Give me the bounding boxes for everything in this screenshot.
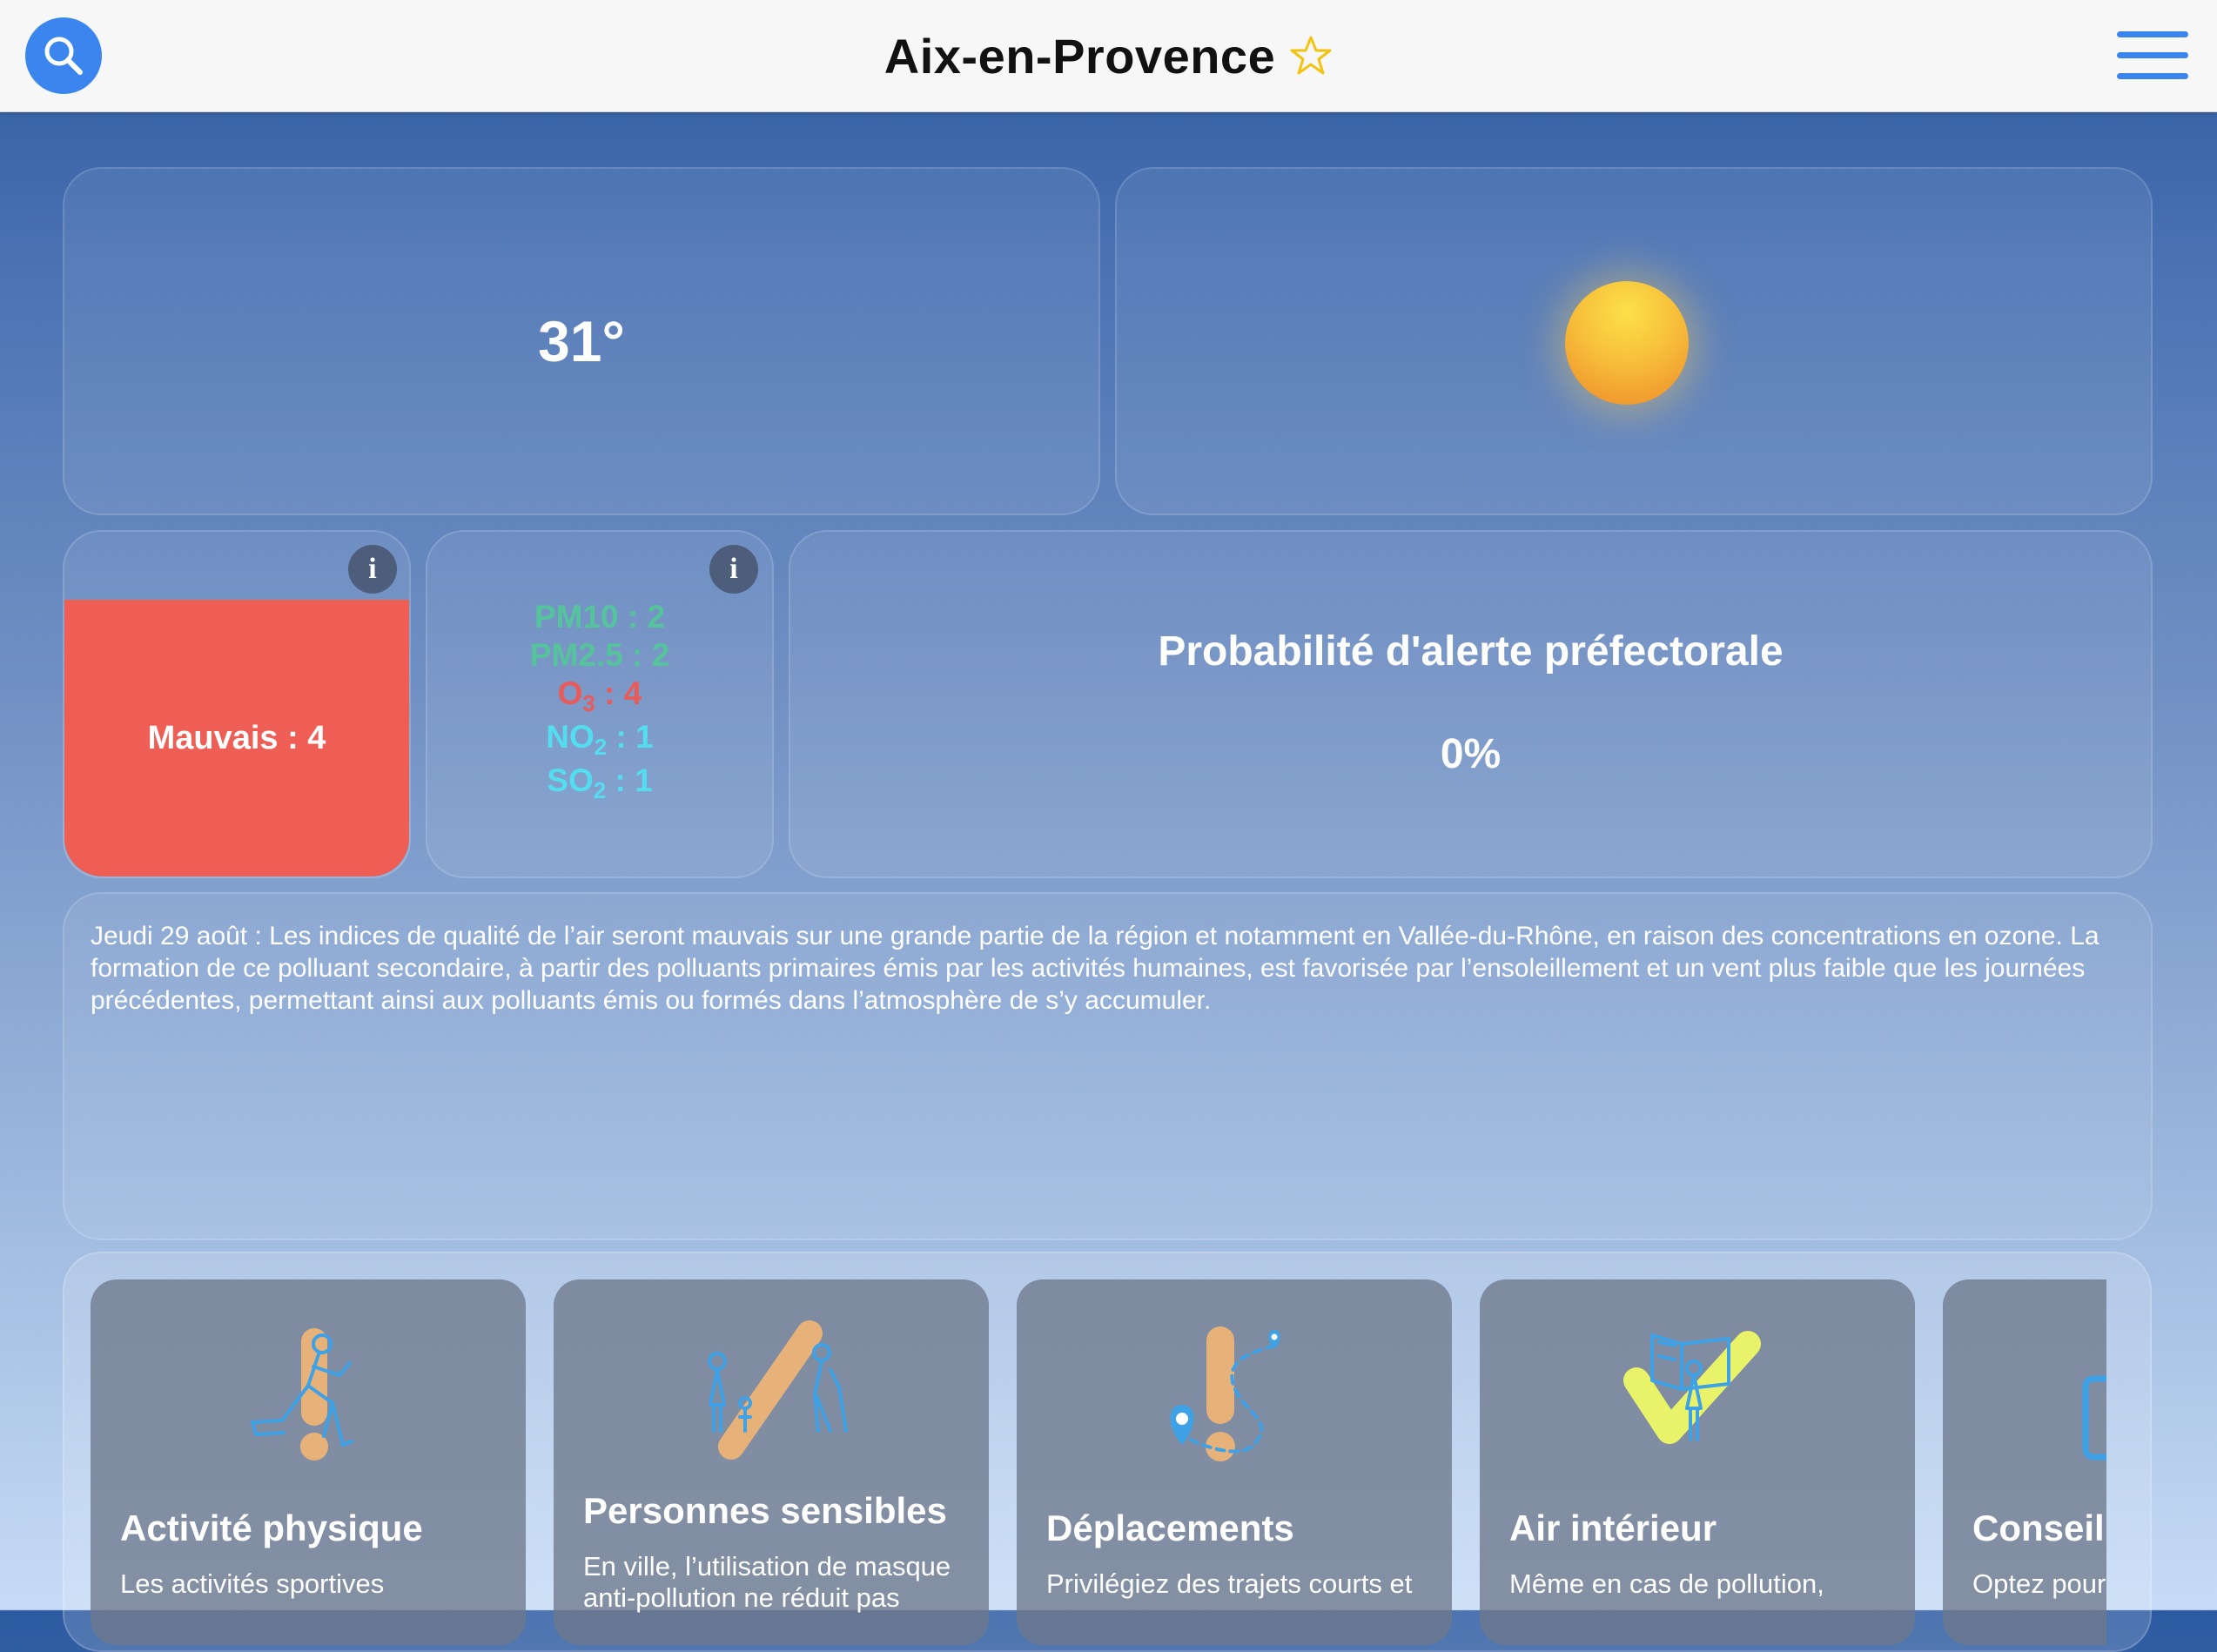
tips-track: Activité physique Les activités sportive… — [91, 1279, 2106, 1645]
pollutant-pm10: PM10 : 2 — [534, 599, 666, 635]
pollutant-pm25: PM2.5 : 2 — [529, 637, 670, 673]
travel-icon — [1170, 1326, 1280, 1461]
info-icon: i — [368, 553, 377, 585]
tip-text: Optez pour les — [1972, 1568, 2106, 1599]
tip-card-indoor-air[interactable]: Air intérieur Même en cas de pollution, — [1480, 1279, 1915, 1645]
bulletin-text: Jeudi 29 août : Les indices de qualité d… — [91, 922, 2099, 1015]
menu-bar-icon — [2117, 73, 2188, 79]
pollutant-no2: NO2 : 1 — [546, 719, 654, 760]
info-button[interactable]: i — [709, 545, 758, 594]
tip-text: Même en cas de pollution, — [1509, 1568, 1824, 1599]
weather-icon-card — [1115, 167, 2153, 515]
pollutant-list: PM10 : 2 PM2.5 : 2 O3 : 4 NO2 : 1 SO2 : … — [427, 598, 772, 805]
city-title: Aix-en-Provence — [883, 28, 1276, 84]
temperature-card: 31° — [63, 167, 1100, 515]
alert-value: 0% — [1440, 731, 1502, 777]
favorite-star-icon[interactable] — [1289, 35, 1333, 77]
pollutant-o3: O3 : 4 — [557, 675, 642, 716]
bulletin-card: Jeudi 29 août : Les indices de qualité d… — [63, 892, 2153, 1240]
tip-title: Personnes sensibles — [583, 1490, 947, 1531]
hamburger-menu-button[interactable] — [2117, 31, 2188, 80]
sun-icon — [1565, 281, 1689, 405]
menu-bar-icon — [2117, 31, 2188, 37]
tip-text: Les activités sportives — [120, 1568, 385, 1599]
menu-bar-icon — [2117, 52, 2188, 58]
physical-activity-icon — [251, 1328, 353, 1461]
alert-probability-card: Probabilité d'alerte préfectorale 0% — [789, 530, 2153, 878]
tip-card-travel[interactable]: Déplacements Privilégiez des trajets cou… — [1017, 1279, 1452, 1645]
air-quality-index-card: Mauvais : 4 i — [63, 530, 411, 878]
tips-carousel[interactable]: Activité physique Les activités sportive… — [63, 1252, 2152, 1652]
tip-title: Déplacements — [1046, 1508, 1294, 1548]
info-button[interactable]: i — [348, 545, 397, 594]
info-icon: i — [729, 553, 738, 585]
title-area: Aix-en-Provence — [0, 24, 2217, 87]
tip-text: Privilégiez des trajets courts et — [1046, 1568, 1413, 1599]
tip-title: Conseil du jour — [1972, 1508, 2106, 1548]
tip-card-physical-activity[interactable]: Activité physique Les activités sportive… — [91, 1279, 526, 1645]
alert-title: Probabilité d'alerte préfectorale — [1158, 628, 1784, 675]
advice-icon — [2082, 1375, 2106, 1461]
tip-card-sensitive-people[interactable]: Personnes sensibles En ville, l’utilisat… — [554, 1279, 989, 1645]
pollutants-card: i PM10 : 2 PM2.5 : 2 O3 : 4 NO2 : 1 SO2 … — [426, 530, 774, 878]
tip-title: Air intérieur — [1509, 1508, 1717, 1548]
pollutant-so2: SO2 : 1 — [547, 762, 653, 803]
indoor-air-icon — [1623, 1331, 1761, 1444]
tip-card-advice[interactable]: Conseil du jour Optez pour les — [1943, 1279, 2106, 1645]
tip-title: Activité physique — [120, 1508, 423, 1548]
tip-text: En ville, l’utilisation de masque anti-p… — [583, 1551, 951, 1613]
sensitive-people-icon — [708, 1320, 848, 1460]
temperature-value: 31° — [538, 309, 625, 373]
air-quality-index: Mauvais : 4 — [64, 600, 409, 876]
top-bar: Aix-en-Provence — [0, 0, 2217, 112]
